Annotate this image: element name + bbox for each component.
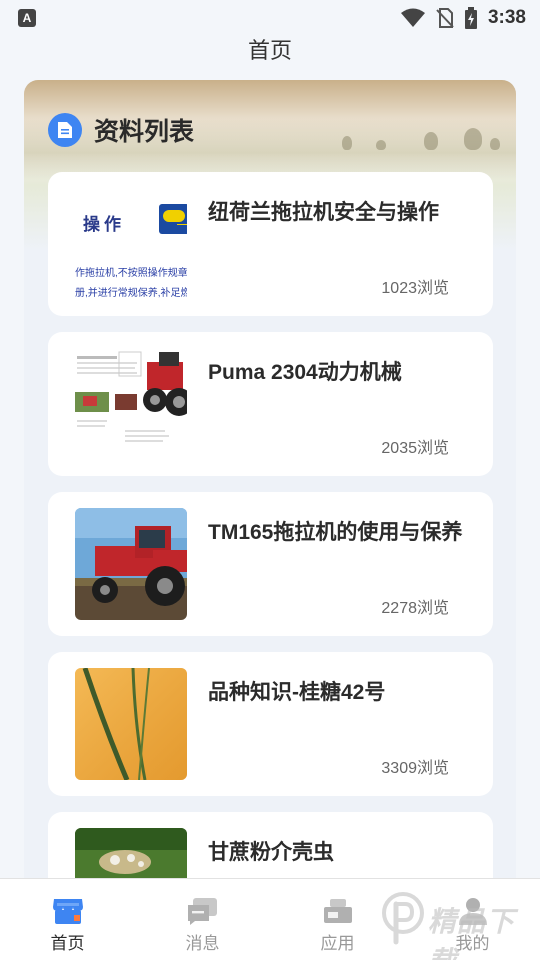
view-count: 2278浏览 [381,600,449,617]
item-title: Puma 2304动力机械 [208,361,402,384]
page-title: 首页 [247,38,292,63]
brochure-thumbnail [75,348,187,460]
list-item[interactable]: Puma 2304动力机械 2035浏览 [48,332,493,476]
status-bar: A 3:38 [0,0,540,36]
apps-icon [322,897,354,925]
watermark-text: 精品下载 [428,906,516,960]
watermark: 精品下载 [376,888,536,960]
new-holland-logo [159,204,187,234]
list-item[interactable]: 品种知识-桂糖42号 3309浏览 [48,652,493,796]
no-sim-icon [436,8,454,28]
view-count: 2035浏览 [381,440,449,457]
document-icon [48,113,82,147]
thumb-text-line: 作拖拉机,不按照操作规章操 [75,268,187,279]
tab-label: 首页 [50,934,85,953]
item-title: 甘蔗粉介壳虫 [208,841,334,864]
watermark-logo-icon [382,892,424,945]
view-count: 1023浏览 [381,280,449,297]
mealybug-photo [75,828,187,880]
tab-messages[interactable]: 消息 [135,879,270,960]
item-title: 纽荷兰拖拉机安全与操作 [208,201,439,224]
thumb-heading: 操作 [83,215,125,235]
battery-charging-icon [464,7,477,29]
app-header: 首页 [0,36,540,80]
tab-home[interactable]: 首页 [0,879,135,960]
section-title: 资料列表 [94,118,195,146]
section-header: 资料列表 [48,112,194,148]
list-item[interactable]: TM165拖拉机的使用与保养 2278浏览 [48,492,493,636]
document-thumbnail: 操作 作拖拉机,不按照操作规章操 册,并进行常规保养,补足燃 [75,188,187,300]
app-notification-icon: A [18,9,36,27]
status-icons: 3:38 [400,6,526,30]
item-title: 品种知识-桂糖42号 [208,681,386,704]
wifi-icon [400,8,425,27]
materials-panel[interactable]: 资料列表 操作 作拖拉机,不按照操作规章操 册,并进行常规保养,补足燃 纽荷兰拖… [24,80,516,880]
tractor-photo [75,508,187,620]
clock: 3:38 [487,7,526,28]
message-icon [187,897,219,925]
item-title: TM165拖拉机的使用与保养 [208,521,463,544]
view-count: 3309浏览 [381,760,449,777]
list-item[interactable]: 操作 作拖拉机,不按照操作规章操 册,并进行常规保养,补足燃 纽荷兰拖拉机安全与… [48,172,493,316]
list-item[interactable]: 甘蔗粉介壳虫 [48,812,493,880]
tab-label: 消息 [185,934,220,953]
sugarcane-leaf-photo [75,668,187,780]
thumb-text-line: 册,并进行常规保养,补足燃 [75,288,187,299]
store-icon [52,897,84,925]
